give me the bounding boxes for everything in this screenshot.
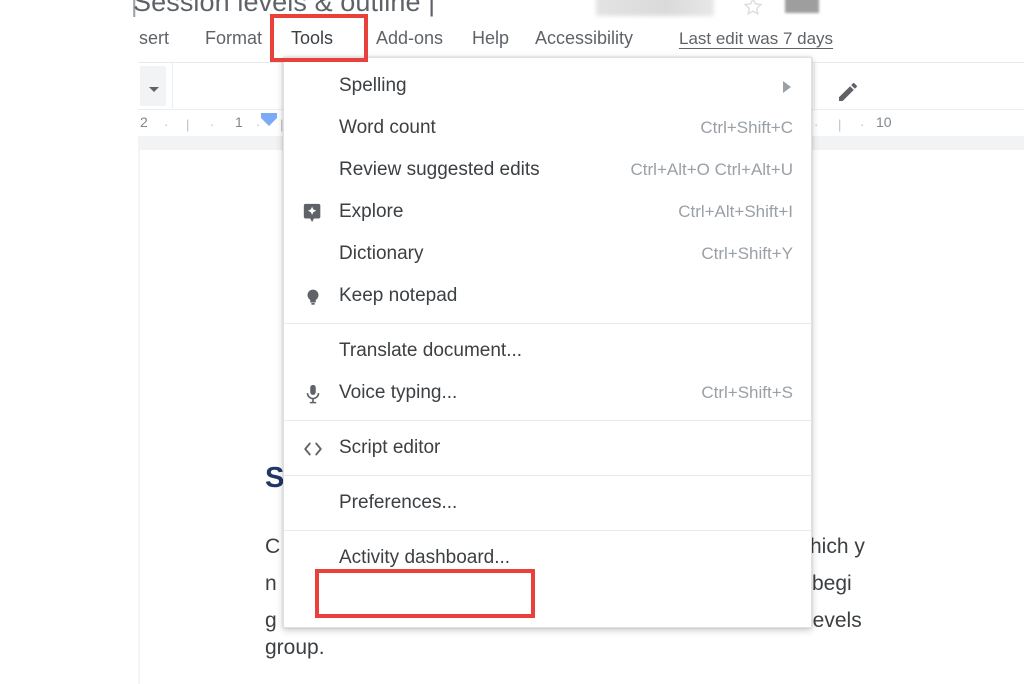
menu-bar: sert Format Tools Add-ons Help Accessibi… [0,22,1024,54]
menu-separator [284,475,811,476]
menubar-item-insert[interactable]: sert [133,26,175,51]
menu-separator [284,420,811,421]
ruler-tick: · [814,117,818,132]
ruler-tick: | [186,117,189,132]
menu-item-translate-document[interactable]: Translate document... [284,330,811,372]
menu-item-label: Word count [339,107,436,149]
document-heading-2: S [265,462,284,495]
menu-item-label: Dictionary [339,233,423,275]
menu-item-voice-typing[interactable]: Voice typing... Ctrl+Shift+S [284,372,811,414]
menu-item-shortcut: Ctrl+Shift+S [701,372,793,414]
document-title-bar: | Session levels & outline | [0,0,1024,22]
menubar-item-help[interactable]: Help [466,26,515,51]
ruler-tick: · [860,117,864,132]
menubar-item-format[interactable]: Format [199,26,268,51]
microphone-icon [302,383,324,405]
menu-item-label: Spelling [339,65,407,107]
menu-item-label: Preferences... [339,482,457,524]
menu-item-shortcut: Ctrl+Alt+O Ctrl+Alt+U [631,149,794,191]
menu-item-label: Script editor [339,427,440,469]
menu-item-label: Translate document... [339,330,522,372]
menubar-item-accessibility[interactable]: Accessibility [529,26,639,51]
menubar-item-addons[interactable]: Add-ons [370,26,449,51]
menu-item-word-count[interactable]: Word count Ctrl+Shift+C [284,107,811,149]
ruler-label: 10 [876,114,892,130]
menu-item-dictionary[interactable]: Dictionary Ctrl+Shift+Y [284,233,811,275]
paragraph-style-selector[interactable]: Title [172,63,297,108]
menu-separator [284,530,811,531]
ruler-tick: · [210,117,214,132]
document-body-text: g [265,609,277,633]
submenu-arrow-icon [783,81,791,93]
menu-item-preferences[interactable]: Preferences... [284,482,811,524]
blurred-title-region [596,0,714,16]
toolbar-divider [814,62,815,110]
toolbar-overflow-chevron-down-icon[interactable] [140,66,166,106]
menu-item-spelling[interactable]: Spelling [284,65,811,107]
menu-item-label: Explore [339,191,403,233]
document-body-text: levels [808,609,862,633]
star-outline-icon[interactable] [742,0,764,18]
menu-item-shortcut: Ctrl+Shift+Y [701,233,793,275]
document-body-text: hich y [810,535,865,559]
ruler-label: 2 [140,114,148,130]
menu-item-activity-dashboard[interactable]: Activity dashboard... [284,537,811,579]
ruler-tick: · [164,117,168,132]
menu-item-review-suggested-edits[interactable]: Review suggested edits Ctrl+Alt+O Ctrl+A… [284,149,811,191]
menu-item-label: Review suggested edits [339,149,540,191]
document-body-text: begi [812,572,852,596]
menu-item-shortcut: Ctrl+Alt+Shift+I [678,191,793,233]
menu-item-script-editor[interactable]: Script editor [284,427,811,469]
tools-dropdown-menu[interactable]: Spelling Word count Ctrl+Shift+C Review … [283,57,812,628]
menu-item-explore[interactable]: Explore Ctrl+Alt+Shift+I [284,191,811,233]
menu-item-label: Keep notepad [339,275,457,317]
document-title: Session levels & outline | [133,0,435,18]
lightbulb-icon [302,286,324,308]
blurred-toolbar-region [785,0,819,13]
menu-separator [284,323,811,324]
indent-marker-icon[interactable] [259,112,279,128]
explore-icon [302,202,324,224]
pencil-icon[interactable] [836,80,860,104]
code-brackets-icon [302,438,324,460]
menu-item-keep-notepad[interactable]: Keep notepad [284,275,811,317]
ruler-tick: | [838,117,841,132]
last-edit-link[interactable]: Last edit was 7 days [679,27,833,51]
document-body-text: C [265,535,280,559]
document-body-text: n [265,572,277,596]
google-docs-screenshot: | Session levels & outline | sert Format… [0,0,1024,684]
ruler-label: 1 [235,114,243,130]
menu-item-shortcut: Ctrl+Shift+C [700,107,793,149]
menubar-item-tools[interactable]: Tools [285,26,339,51]
menu-item-label: Voice typing... [339,372,457,414]
menu-item-label: Activity dashboard... [339,537,510,579]
document-body-text: group. [265,636,325,660]
